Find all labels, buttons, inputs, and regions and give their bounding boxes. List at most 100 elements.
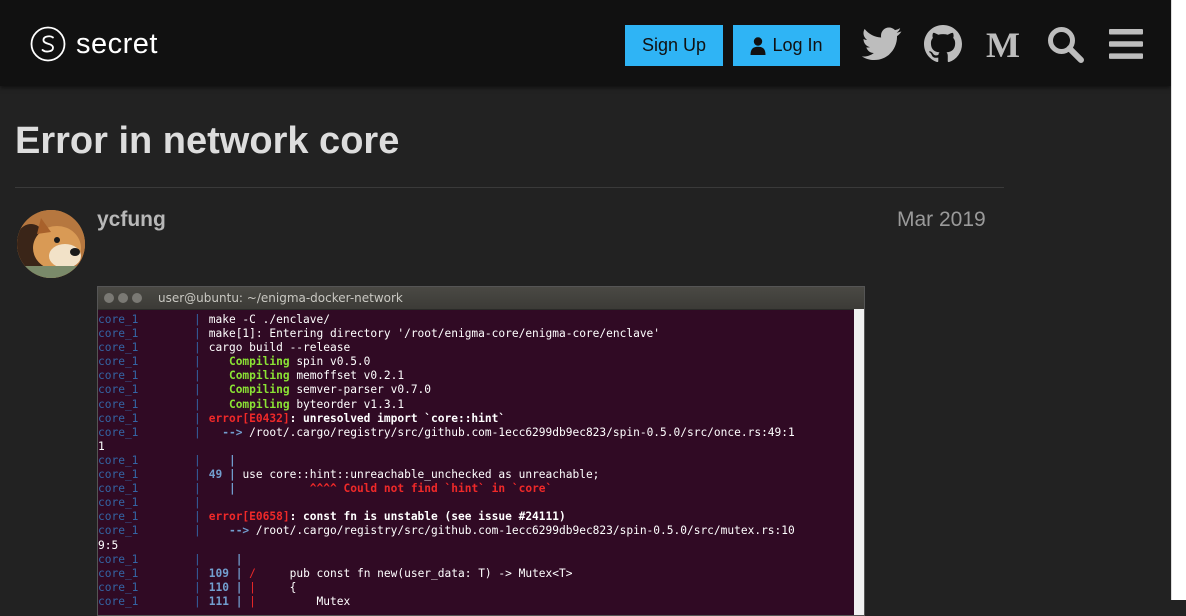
terminal-line-label: core_1 — [98, 566, 139, 580]
github-icon — [924, 25, 962, 63]
terminal-line-separator: | — [194, 482, 201, 496]
terminal-text: /root/.cargo/registry/src/github.com-1ec… — [249, 425, 795, 439]
search-icon — [1048, 27, 1084, 63]
terminal-output: core_1 | make -C ./enclave/core_1 | make[1… — [98, 310, 864, 609]
terminal-text: 110 | — [208, 580, 250, 594]
dog-avatar-icon — [17, 210, 85, 278]
terminal-line-label: core_1 — [98, 468, 139, 482]
terminal-line: core_1 | make -C ./enclave/ — [98, 313, 864, 327]
sign-up-button[interactable]: Sign Up — [625, 25, 723, 66]
post-date[interactable]: Mar 2019 — [897, 208, 986, 232]
search-button[interactable] — [1045, 24, 1085, 64]
terminal-titlebar: user@ubuntu: ~/enigma-docker-network — [98, 287, 864, 310]
terminal-line-separator: | — [194, 524, 201, 538]
menu-button[interactable] — [1106, 24, 1146, 64]
terminal-text: Compiling — [208, 355, 290, 369]
terminal-line-label: core_1 — [98, 482, 139, 496]
twitter-link[interactable] — [862, 24, 902, 64]
terminal-text: | — [249, 594, 256, 608]
terminal-line: 9:5 — [98, 539, 864, 553]
terminal-line-separator: | — [194, 552, 201, 566]
terminal-text: pub const fn new(user_data: T) -> Mutex<… — [255, 566, 573, 580]
terminal-line-label: core_1 — [98, 397, 139, 411]
terminal-line-label: core_1 — [98, 580, 139, 594]
terminal-line-label: core_1 — [98, 355, 139, 369]
terminal-text: | — [208, 482, 236, 496]
terminal-line: core_1 | cargo build --release — [98, 341, 864, 355]
terminal-title: user@ubuntu: ~/enigma-docker-network — [158, 291, 403, 305]
terminal-text: ^^^^ Could not find `hint` in `core` — [235, 482, 553, 496]
terminal-line-label: core_1 — [98, 552, 139, 566]
terminal-line-label: core_1 — [98, 453, 139, 467]
terminal-line: core_1 | Compiling semver-parser v0.7.0 — [98, 383, 864, 397]
maximize-window-icon — [132, 293, 142, 303]
twitter-icon — [862, 27, 902, 60]
terminal-text: | — [208, 552, 243, 566]
github-link[interactable] — [923, 24, 963, 64]
terminal-line-label: core_1 — [98, 425, 139, 439]
terminal-line-label: core_1 — [98, 594, 139, 608]
terminal-line-label: core_1 — [98, 327, 139, 341]
terminal-line: core_1 | 111 | | Mutex — [98, 595, 864, 609]
terminal-line-label: core_1 — [98, 369, 139, 383]
logo-text: secret — [76, 27, 158, 60]
terminal-line: core_1 | error[E0658]: const fn is unstab… — [98, 510, 864, 524]
terminal-line: core_1 | --> /root/.cargo/registry/src/gi… — [98, 426, 864, 440]
terminal-scrollbar — [854, 309, 864, 615]
site-header: secret Sign Up Log In M — [0, 0, 1171, 86]
terminal-text: Mutex — [255, 594, 351, 608]
terminal-line: 1 — [98, 440, 864, 454]
terminal-line-separator: | — [194, 327, 201, 341]
terminal-text: use core::hint::unreachable_unchecked as… — [235, 468, 600, 482]
close-window-icon — [104, 293, 114, 303]
terminal-text: make[1]: Entering directory '/root/enigm… — [208, 327, 661, 341]
terminal-line-separator: | — [194, 594, 201, 608]
post-username[interactable]: ycfung — [97, 208, 166, 232]
page-scrollbar-thumb[interactable] — [1175, 4, 1183, 596]
terminal-line-separator: | — [194, 411, 201, 425]
log-in-button[interactable]: Log In — [733, 25, 840, 66]
terminal-text: make -C ./enclave/ — [208, 313, 330, 326]
page-scrollbar[interactable] — [1171, 0, 1186, 600]
terminal-text: error[E0432] — [208, 411, 290, 425]
terminal-text: | — [208, 453, 236, 467]
terminal-line-separator: | — [194, 341, 201, 355]
terminal-line: core_1 | Compiling byteorder v1.3.1 — [98, 398, 864, 412]
terminal-text: /root/.cargo/registry/src/github.com-1ec… — [255, 524, 795, 538]
terminal-text: cargo build --release — [208, 341, 351, 355]
terminal-line-separator: | — [194, 580, 201, 594]
secret-logo-icon — [30, 26, 66, 62]
terminal-line: core_1 | 110 | | { — [98, 581, 864, 595]
terminal-line: core_1 | — [98, 496, 864, 510]
terminal-line-separator: | — [194, 425, 201, 439]
terminal-line-label: core_1 — [98, 313, 139, 326]
site-logo[interactable]: secret — [30, 24, 158, 64]
terminal-line: core_1 | 49 | use core::hint::unreachable… — [98, 468, 864, 482]
terminal-line-separator: | — [194, 383, 201, 397]
terminal-text: spin v0.5.0 — [289, 355, 371, 369]
terminal-text: | — [249, 580, 256, 594]
terminal-line-separator: | — [194, 355, 201, 369]
terminal-text: / — [249, 566, 256, 580]
medium-icon: M — [986, 27, 1020, 61]
terminal-screenshot[interactable]: user@ubuntu: ~/enigma-docker-network cor… — [97, 286, 865, 616]
terminal-text: Compiling — [208, 383, 290, 397]
medium-link[interactable]: M — [983, 24, 1023, 64]
terminal-line-separator: | — [194, 313, 201, 326]
topic-title[interactable]: Error in network core — [15, 120, 399, 163]
terminal-line: core_1 | error[E0432]: unresolved import … — [98, 412, 864, 426]
terminal-text: : const fn is unstable (see issue #24111… — [289, 510, 566, 524]
terminal-text: 109 | — [208, 566, 250, 580]
terminal-line-label: core_1 — [98, 383, 139, 397]
terminal-line-separator: | — [194, 369, 201, 383]
terminal-text: --> — [208, 425, 250, 439]
user-icon — [750, 36, 766, 55]
title-divider — [15, 187, 1004, 188]
log-in-label: Log In — [772, 35, 823, 55]
terminal-line-separator: | — [194, 566, 201, 580]
avatar[interactable] — [17, 210, 85, 278]
terminal-line-separator: | — [194, 468, 201, 482]
terminal-line-separator: | — [194, 510, 201, 524]
terminal-text: Compiling — [208, 397, 290, 411]
terminal-line: core_1 | | — [98, 553, 864, 567]
